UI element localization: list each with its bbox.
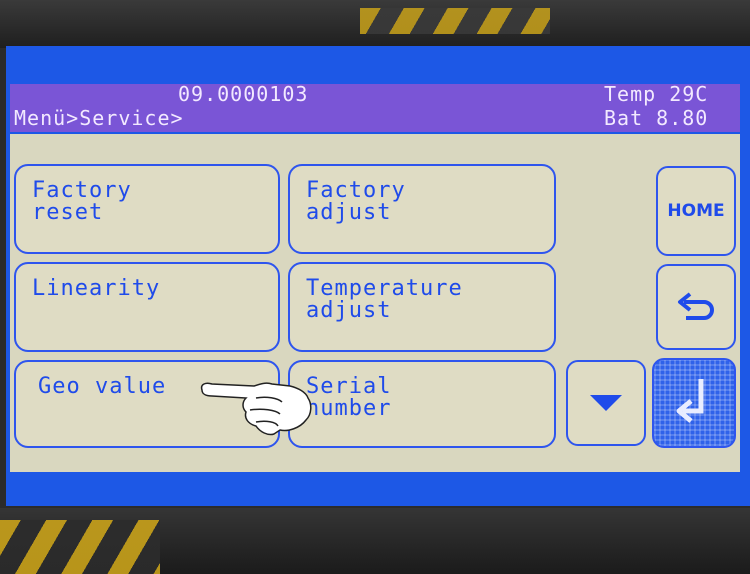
button-label: Factory [32, 178, 132, 203]
linearity-button[interactable]: Linearity [14, 262, 280, 352]
breadcrumb: Menü>Service> [14, 106, 184, 130]
button-label: adjust [306, 200, 392, 225]
scroll-down-button[interactable] [566, 360, 646, 446]
enter-button[interactable] [652, 358, 736, 448]
factory-reset-button[interactable]: Factory reset [14, 164, 280, 254]
enter-arrow-icon [676, 379, 704, 423]
hazard-stripes-top [360, 8, 550, 34]
hazard-stripes-bottom [0, 520, 160, 574]
battery-readout: Bat 8.80 [604, 106, 709, 130]
temperature-readout: Temp 29C [604, 82, 709, 106]
button-label: Temperature [306, 276, 463, 301]
button-label: adjust [306, 298, 392, 323]
return-arrow-icon [678, 292, 714, 320]
pointing-hand-cursor-icon [200, 382, 312, 436]
serial-number-button[interactable]: Serial number [288, 360, 556, 448]
back-button[interactable] [656, 264, 736, 350]
button-label: Factory [306, 178, 406, 203]
button-label: number [306, 396, 392, 421]
factory-adjust-button[interactable]: Factory adjust [288, 164, 556, 254]
button-label: Linearity [32, 276, 161, 301]
button-label: reset [32, 200, 104, 225]
chevron-down-icon [590, 395, 622, 411]
device-id: 09.0000103 [178, 82, 309, 106]
temperature-adjust-button[interactable]: Temperature adjust [288, 262, 556, 352]
home-label: HOME [667, 201, 725, 221]
home-button[interactable]: HOME [656, 166, 736, 256]
button-label: Serial [306, 374, 392, 399]
